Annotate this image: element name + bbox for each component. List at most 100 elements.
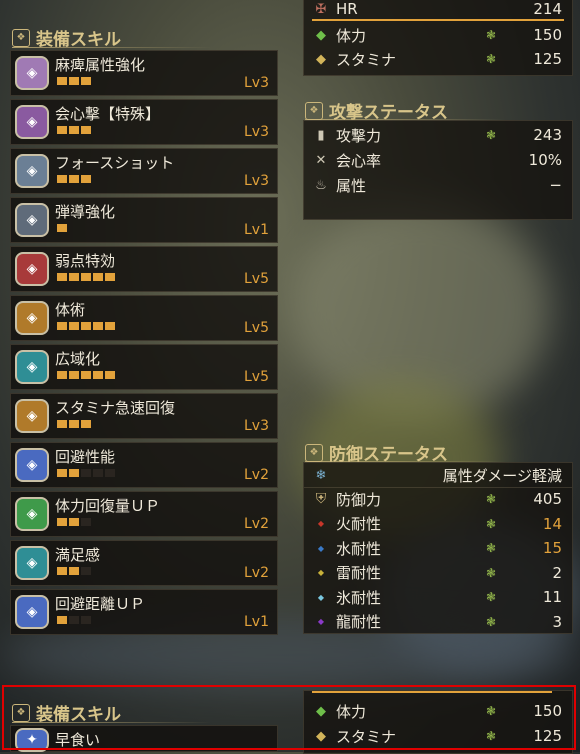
stamina-surge-icon: ◈ <box>15 399 49 433</box>
deco-slot-icon: ❃ <box>486 565 497 580</box>
skill-level-pip <box>81 371 91 379</box>
stamina-value: 125 <box>533 50 562 68</box>
skill-level-pip <box>69 469 79 477</box>
defense-status-panel: ❄ 属性ダメージ軽減 ⛨ 防御力 ❃ 405 ◆ 火耐性 ❃ 14 ◆ 水耐性 ❃ 15 ◆ 雷耐性 ❃ 2 ◆… <box>303 462 573 634</box>
defense-stat-label: 水耐性 <box>336 539 382 558</box>
skill-card[interactable]: ◈ 満足感 Lv2 <box>10 540 278 586</box>
skill-card[interactable]: ◈ 広域化 Lv5 <box>10 344 278 390</box>
skill-card[interactable]: ◈ スタミナ急速回復 Lv3 <box>10 393 278 439</box>
skill-level: Lv2 <box>244 565 269 581</box>
health-row: ◆ 体力 ❃ 150 <box>304 23 572 47</box>
skill-level-pip <box>57 77 67 85</box>
attack-stat-value: 243 <box>533 126 562 144</box>
deco-slot-icon: ❃ <box>486 52 497 66</box>
skill-name: 体力回復量ＵＰ <box>55 497 161 515</box>
bottom-hr-progress-bar <box>312 691 552 693</box>
bottom-stamina-label: スタミナ <box>336 727 397 746</box>
skill-level-pip <box>57 273 67 281</box>
deco-slot-icon: ❃ <box>486 492 497 506</box>
skill-level-pip <box>57 322 67 330</box>
bottom-health-label: 体力 <box>336 702 367 721</box>
bottom-health-value: 150 <box>533 702 562 720</box>
attack-stat-row: ♨ 属性 − <box>304 173 572 197</box>
bottom-stamina-value: 125 <box>533 727 562 745</box>
bottom-health-row: ◆ 体力 ❃ 150 <box>304 699 572 723</box>
skill-level-pip <box>57 469 67 477</box>
hr-progress-bar <box>312 19 564 21</box>
attack-icon: ▮ <box>317 127 325 143</box>
skill-level-pip <box>69 126 79 134</box>
skill-level-pip <box>57 616 67 624</box>
skill-name: 回避距離ＵＰ <box>55 595 146 613</box>
deco-slot-icon: ❃ <box>486 28 497 42</box>
skill-card[interactable]: ◈ 弾導強化 Lv1 <box>10 197 278 243</box>
skill-level-pip <box>69 616 79 624</box>
skill-level: Lv3 <box>244 75 269 91</box>
ballistics-icon: ◈ <box>15 203 49 237</box>
resistance-header-label: 属性ダメージ軽減 <box>442 466 562 485</box>
evade-window-icon: ◈ <box>15 448 49 482</box>
skill-card[interactable]: ◈ 体力回復量ＵＰ Lv2 <box>10 491 278 537</box>
health-label: 体力 <box>336 26 367 45</box>
skill-section-icon: ❖ <box>12 28 30 47</box>
skill-section-icon: ❖ <box>12 703 30 722</box>
skill-name: 体術 <box>55 301 86 319</box>
attack-stat-label: 属性 <box>336 176 367 195</box>
attack-stat-label: 攻撃力 <box>336 126 382 145</box>
skill-level-pip <box>81 126 91 134</box>
skill-level: Lv2 <box>244 516 269 532</box>
skill-level-pips <box>57 469 115 477</box>
defense-stat-value: 2 <box>552 563 562 582</box>
skill-level-pips <box>57 273 115 281</box>
skill-level-pip <box>81 518 91 526</box>
attack-stat-value: 10% <box>528 151 562 169</box>
stamina-icon: ◆ <box>316 728 326 744</box>
defense-stat-row: ◆ 雷耐性 ❃ 2 <box>304 561 572 585</box>
skill-level-pips <box>57 224 67 232</box>
bottom-stamina-row: ◆ スタミナ ❃ 125 <box>304 724 572 748</box>
bottom-equip-skills-divider <box>12 722 212 723</box>
skill-level-pip <box>81 175 91 183</box>
wide-range-icon: ◈ <box>15 350 49 384</box>
skill-card-early-eat[interactable]: ✦ 早食い <box>10 725 278 752</box>
ice-icon: ◆ <box>317 592 325 602</box>
deco-slot-icon: ❃ <box>486 729 497 743</box>
skill-card[interactable]: ◈ 会心撃【特殊】 Lv3 <box>10 99 278 145</box>
defense-stat-label: 氷耐性 <box>336 588 382 607</box>
skill-gem-icon: ✦ <box>15 728 49 752</box>
hr-stats-panel: ✠ HR 214 ◆ 体力 ❃ 150 ◆ スタミナ ❃ 125 <box>303 0 573 76</box>
element-resistance-header: ❄ 属性ダメージ軽減 <box>304 463 572 488</box>
thunder-icon: ◆ <box>317 568 325 577</box>
skill-level-pips <box>57 126 91 134</box>
satisfaction-icon: ◈ <box>15 546 49 580</box>
defense-stat-label: 火耐性 <box>336 515 382 533</box>
skill-level: Lv2 <box>244 467 269 483</box>
attack-stat-label: 会心率 <box>336 151 382 170</box>
defense-stat-value: 14 <box>542 514 562 533</box>
deco-slot-icon: ❃ <box>486 590 497 604</box>
skill-name: 満足感 <box>55 546 101 564</box>
skill-card[interactable]: ◈ 麻痺属性強化 Lv3 <box>10 50 278 96</box>
skill-card[interactable]: ◈ 回避性能 Lv2 <box>10 442 278 488</box>
defense-stat-row: ⛨ 防御力 ❃ 405 <box>304 487 572 511</box>
attack-status-panel: ▮ 攻撃力 ❃ 243 ✕ 会心率 10% ♨ 属性 − <box>303 120 573 220</box>
skill-card[interactable]: ◈ 体術 Lv5 <box>10 295 278 341</box>
deco-slot-icon: ❃ <box>486 128 497 142</box>
skill-level-pip <box>69 371 79 379</box>
skill-level-pip <box>81 420 91 428</box>
skill-name: フォースショット <box>55 154 175 172</box>
skill-level: Lv1 <box>244 222 269 238</box>
attack-stat-row: ▮ 攻撃力 ❃ 243 <box>304 123 572 147</box>
skill-level-pip <box>57 518 67 526</box>
skill-name: 弱点特効 <box>55 252 116 270</box>
health-icon: ◆ <box>316 703 326 719</box>
skill-level-pips <box>57 518 91 526</box>
skill-level-pip <box>81 616 91 624</box>
attack-stat-row: ✕ 会心率 10% <box>304 148 572 172</box>
skill-level-pips <box>57 616 91 624</box>
skill-card[interactable]: ◈ 弱点特効 Lv5 <box>10 246 278 292</box>
skill-card[interactable]: ◈ 回避距離ＵＰ Lv1 <box>10 589 278 635</box>
skill-level-pip <box>57 126 67 134</box>
defense-stat-row: ◆ 火耐性 ❃ 14 <box>304 512 572 536</box>
skill-card[interactable]: ◈ フォースショット Lv3 <box>10 148 278 194</box>
